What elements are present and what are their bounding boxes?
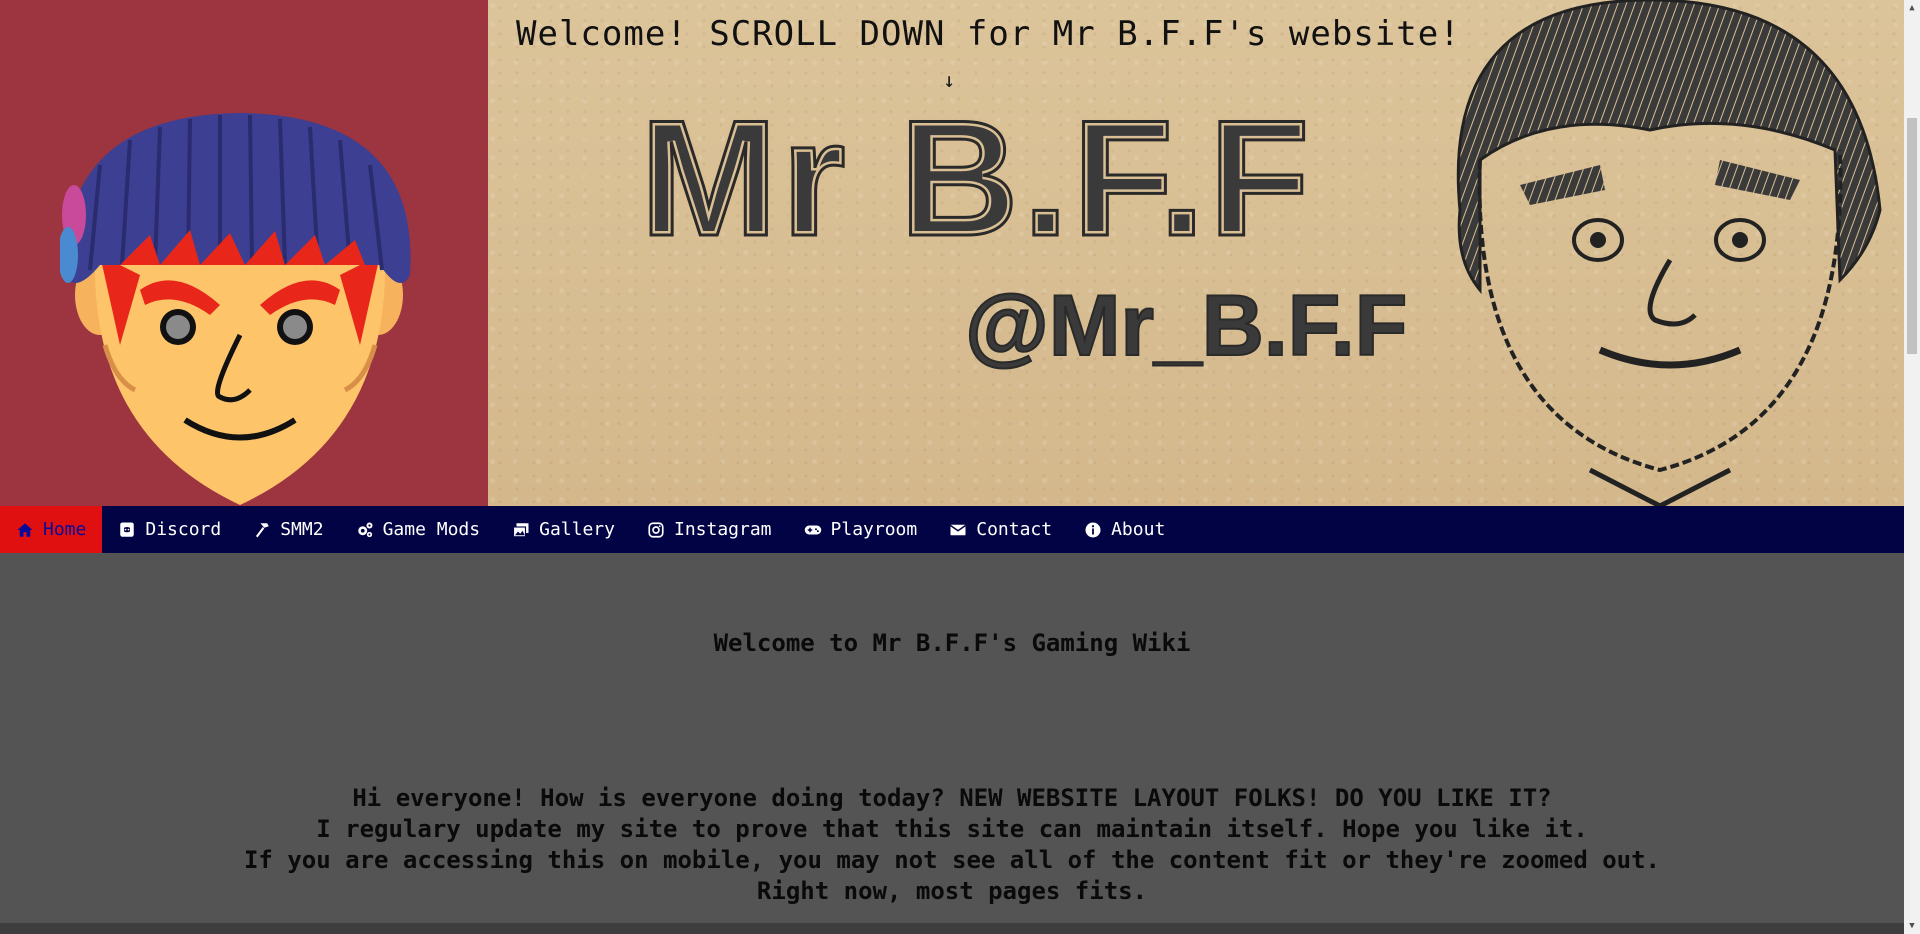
vertical-scrollbar[interactable]: ▲ ▼ bbox=[1904, 0, 1920, 934]
welcome-banner-text: Welcome! SCROLL DOWN for Mr B.F.F's webs… bbox=[516, 14, 1461, 54]
discord-icon bbox=[118, 521, 136, 539]
intro-line: I regulary update my site to prove that … bbox=[316, 815, 1588, 843]
nav-item-about[interactable]: About bbox=[1068, 506, 1181, 553]
intro-line: Right now, most pages fits. bbox=[756, 877, 1148, 905]
page-bottom-divider bbox=[0, 923, 1904, 934]
envelope-icon bbox=[949, 521, 967, 539]
home-icon bbox=[16, 521, 34, 539]
nav-item-label: About bbox=[1111, 519, 1166, 540]
nav-item-playroom[interactable]: Playroom bbox=[788, 506, 934, 553]
nav-item-smm2[interactable]: SMM2 bbox=[237, 506, 339, 553]
scroll-down-button-icon[interactable]: ▼ bbox=[1904, 918, 1920, 934]
nav-item-label: Game Mods bbox=[382, 519, 481, 540]
nav-item-label: Contact bbox=[976, 519, 1053, 540]
nav-item-label: SMM2 bbox=[280, 519, 324, 540]
nav-item-contact[interactable]: Contact bbox=[933, 506, 1068, 553]
nav-item-label: Playroom bbox=[830, 519, 918, 540]
nav-item-instagram[interactable]: Instagram bbox=[631, 506, 788, 553]
nav-item-game-mods[interactable]: Game Mods bbox=[340, 506, 497, 553]
scroll-down-arrow-icon: ↓ bbox=[943, 68, 956, 92]
site-logo: Mr B.F.F Mr B.F.F @Mr_B.F.F bbox=[636, 90, 1408, 370]
nav-item-label: Gallery bbox=[539, 519, 615, 540]
nav-item-label: Home bbox=[43, 519, 87, 540]
intro-line: If you are accessing this on mobile, you… bbox=[243, 846, 1661, 874]
hammer-icon bbox=[253, 521, 271, 539]
images-icon bbox=[512, 521, 530, 539]
gears-icon bbox=[356, 521, 374, 539]
info-icon bbox=[1084, 521, 1102, 539]
logo-handle: @Mr_B.F.F bbox=[965, 278, 1407, 370]
nav-item-discord[interactable]: Discord bbox=[102, 506, 237, 553]
scrollbar-thumb[interactable] bbox=[1907, 118, 1917, 354]
mii-avatar-image bbox=[60, 113, 411, 505]
nav-item-home[interactable]: Home bbox=[0, 506, 103, 553]
instagram-icon bbox=[647, 521, 665, 539]
scroll-up-arrow-icon[interactable]: ▲ bbox=[1904, 0, 1920, 16]
page-title: Welcome to Mr B.F.F's Gaming Wiki bbox=[713, 629, 1191, 657]
sketch-portrait-image bbox=[1456, 0, 1882, 506]
nav-item-gallery[interactable]: Gallery bbox=[496, 506, 631, 553]
main-navigation: Home Discord SMM2 Game Mods Gallery Inst… bbox=[0, 506, 1904, 553]
logo-title-outline: Mr B.F.F bbox=[640, 90, 1314, 270]
nav-item-label: Discord bbox=[145, 519, 222, 540]
intro-line: Hi everyone! How is everyone doing today… bbox=[352, 784, 1552, 812]
nav-item-label: Instagram bbox=[673, 519, 772, 540]
main-content: Welcome to Mr B.F.F's Gaming Wiki Hi eve… bbox=[0, 553, 1904, 923]
header-banner: Welcome! SCROLL DOWN for Mr B.F.F's webs… bbox=[0, 0, 1904, 506]
intro-paragraph: Hi everyone! How is everyone doing today… bbox=[0, 783, 1904, 907]
gamepad-icon bbox=[804, 521, 822, 539]
